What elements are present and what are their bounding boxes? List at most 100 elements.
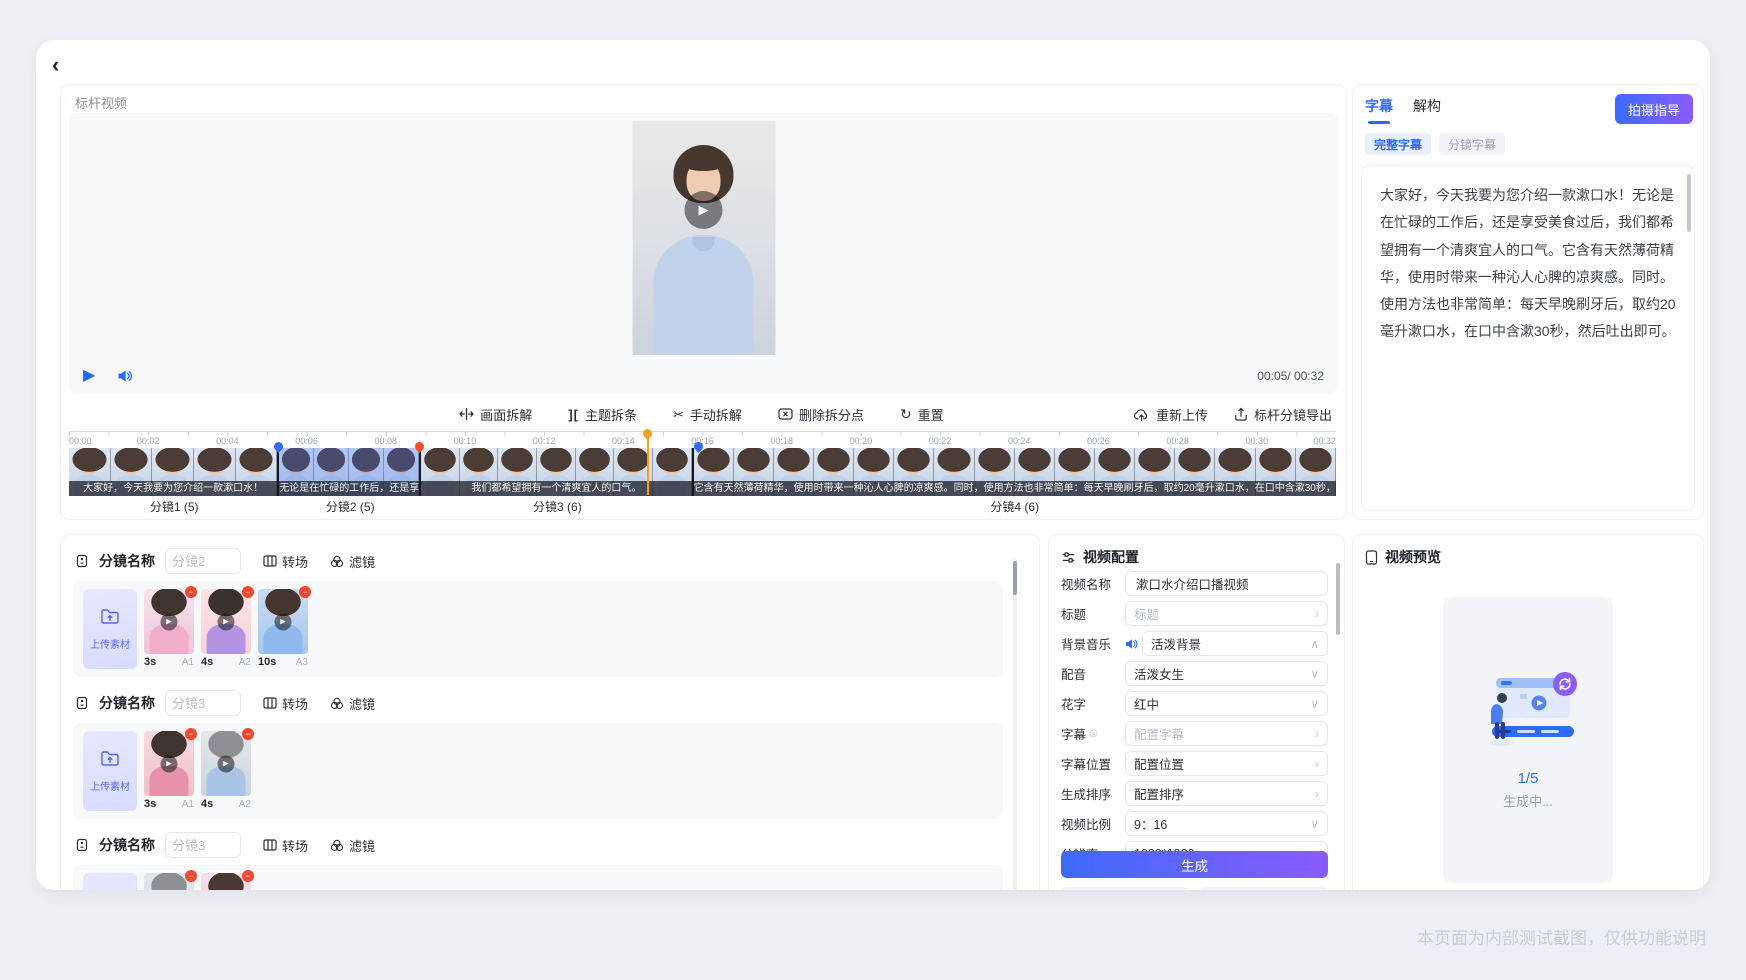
config-select[interactable]: 活泼背景∧ [1142, 631, 1328, 656]
clip-meta: 4sA2 [201, 797, 251, 811]
page: ‹ 标杆视频 ▶ ▶ 00:05/ 00:32 [0, 0, 1746, 980]
upload-material-button[interactable]: 上传素材 [83, 731, 137, 811]
clip-thumbnail[interactable]: −▶ [144, 589, 194, 654]
shot-name-input[interactable] [165, 832, 241, 858]
shot-name-input[interactable] [165, 690, 241, 716]
chip-shot-subtitle[interactable]: 分镜字幕 [1439, 133, 1505, 155]
topic-split-button[interactable]: ][主题拆条 [568, 405, 637, 424]
timeline-filmstrip: 大家好，今天我要为您介绍一款漱口水！无论是在忙碌的工作后，还是享受美食过后，我们… [69, 448, 1336, 496]
clip-thumbnail[interactable]: −▶ [201, 589, 251, 654]
config-label: 生成排序 [1061, 784, 1125, 803]
config-value: 配置排序 [1134, 784, 1309, 803]
config-select[interactable]: 标题› [1125, 601, 1328, 626]
volume-icon[interactable] [117, 369, 133, 383]
export-storyboard-button[interactable]: 标杆分镜导出 [1234, 405, 1332, 424]
config-value: 配置位置 [1134, 754, 1309, 773]
segment-label: 分镜1 (5) [69, 498, 279, 515]
upload-material-button[interactable]: 上传素材 [83, 873, 137, 890]
tab-deconstruct[interactable]: 解构 [1413, 96, 1441, 122]
config-input[interactable] [1125, 571, 1328, 596]
storyboard-icon [75, 554, 89, 568]
subtitle-scrollbar[interactable] [1687, 174, 1691, 232]
segment-label: 分镜4 (6) [694, 498, 1336, 515]
shots-scrollbar[interactable] [1013, 561, 1017, 595]
remove-clip-button[interactable]: − [185, 586, 197, 598]
ruler-label: 00:20 [850, 436, 873, 446]
player-toolbar: 画面拆解 ][主题拆条 ✂手动拆解 删除拆分点 ↻重置 重新上传 标杆分镜导出 [69, 397, 1334, 431]
clip-thumbnail[interactable]: −▶ [144, 873, 194, 890]
play-overlay-icon[interactable]: ▶ [685, 191, 723, 229]
chevron-right-icon: › [1315, 787, 1319, 801]
config-select[interactable]: 配置字幕› [1125, 721, 1328, 746]
shot-section-header: 分镜名称转场滤镜 [75, 831, 1039, 859]
playhead[interactable] [647, 431, 649, 495]
transition-button[interactable]: 转场 [263, 694, 308, 713]
remove-clip-button[interactable]: − [242, 870, 254, 882]
transition-label: 转场 [282, 836, 308, 855]
remove-clip-button[interactable]: − [185, 728, 197, 740]
config-select[interactable]: 红中∨ [1125, 691, 1328, 716]
clip-item[interactable]: −▶3sA1 [144, 731, 194, 811]
clip-tag: A1 [182, 799, 194, 810]
clip-item[interactable]: −▶ [201, 873, 251, 890]
timeline-segment[interactable]: 大家好，今天我要为您介绍一款漱口水！ [69, 448, 279, 496]
generate-button[interactable]: 生成 [1061, 851, 1328, 878]
clip-thumbnail[interactable]: −▶ [144, 731, 194, 796]
filter-button[interactable]: 滤镜 [330, 694, 375, 713]
video-preview-title: 视频预览 [1385, 547, 1441, 567]
timeline-segment[interactable]: 它含有天然薄荷精华，使用时带来一种沁人心脾的凉爽感。同时，使用方法也非常简单：每… [694, 448, 1336, 496]
shooting-guide-button[interactable]: 拍摄指导 [1615, 94, 1693, 124]
video-player[interactable]: ▶ ▶ 00:05/ 00:32 [69, 113, 1338, 393]
remove-clip-button[interactable]: − [299, 586, 311, 598]
config-select[interactable]: 配置排序 › [1125, 781, 1328, 806]
filter-button[interactable]: 滤镜 [330, 552, 375, 571]
timeline-segment[interactable]: 我们都希望拥有一个清爽宜人的口气。 [421, 448, 693, 496]
music-speaker-icon [1125, 638, 1138, 650]
storyboard-icon [75, 696, 89, 710]
clip-thumbnail[interactable]: −▶ [201, 731, 251, 796]
clip-item[interactable]: −▶4sA2 [201, 589, 251, 669]
config-row: 字幕◎配置字幕› [1061, 721, 1328, 746]
play-button[interactable]: ▶ [83, 368, 95, 384]
chevron-right-icon: › [1315, 607, 1319, 621]
config-select[interactable]: 配置位置› [1125, 751, 1328, 776]
config-label: 花字 [1061, 694, 1125, 713]
video-config-title: 视频配置 [1083, 547, 1139, 567]
reset-button[interactable]: ↻重置 [900, 405, 944, 424]
config-select[interactable]: 活泼女生∨ [1125, 661, 1328, 686]
chip-full-subtitle[interactable]: 完整字幕 [1365, 133, 1431, 155]
config-select[interactable]: 9：16∨ [1125, 811, 1328, 836]
clip-item[interactable]: −▶4sA2 [201, 731, 251, 811]
config-label: 视频比例 [1061, 814, 1125, 833]
remove-clip-button[interactable]: − [185, 870, 197, 882]
timeline-segment[interactable]: 无论是在忙碌的工作后，还是享受美食过后， [279, 448, 421, 496]
clip-item[interactable]: −▶ [144, 873, 194, 890]
config-label: 视频名称 [1061, 574, 1125, 593]
upload-material-label: 上传素材 [90, 636, 130, 651]
delete-split-point-button[interactable]: 删除拆分点 [778, 405, 864, 424]
video-preview-panel: 视频预览 [1352, 534, 1704, 890]
remove-clip-button[interactable]: − [242, 728, 254, 740]
transition-button[interactable]: 转场 [263, 552, 308, 571]
segment-caption: 大家好，今天我要为您介绍一款漱口水！ [69, 481, 277, 496]
tab-subtitle[interactable]: 字幕 [1365, 96, 1393, 122]
split-frame-button[interactable]: 画面拆解 [459, 405, 532, 424]
clip-item[interactable]: −▶3sA1 [144, 589, 194, 669]
remove-clip-button[interactable]: − [242, 586, 254, 598]
reupload-label: 重新上传 [1156, 405, 1208, 424]
filter-button[interactable]: 滤镜 [330, 836, 375, 855]
manual-split-button[interactable]: ✂手动拆解 [673, 405, 742, 424]
shot-name-input[interactable] [165, 548, 241, 574]
back-button[interactable]: ‹ [52, 54, 59, 76]
subtitle-panel: 字幕 解构 拍摄指导 完整字幕 分镜字幕 大家好，今天我要为您介绍一款漱口水！无… [1352, 84, 1704, 520]
clip-item[interactable]: −▶10sA3 [258, 589, 308, 669]
config-input-field[interactable] [1134, 576, 1319, 592]
clip-thumbnail[interactable]: −▶ [201, 873, 251, 890]
ruler-label: 00:06 [295, 436, 318, 446]
transition-button[interactable]: 转场 [263, 836, 308, 855]
config-scrollbar[interactable] [1336, 563, 1340, 635]
clip-thumbnail[interactable]: −▶ [258, 589, 308, 654]
upload-material-button[interactable]: 上传素材 [83, 589, 137, 669]
manual-split-label: 手动拆解 [690, 405, 742, 424]
reupload-button[interactable]: 重新上传 [1133, 405, 1208, 424]
